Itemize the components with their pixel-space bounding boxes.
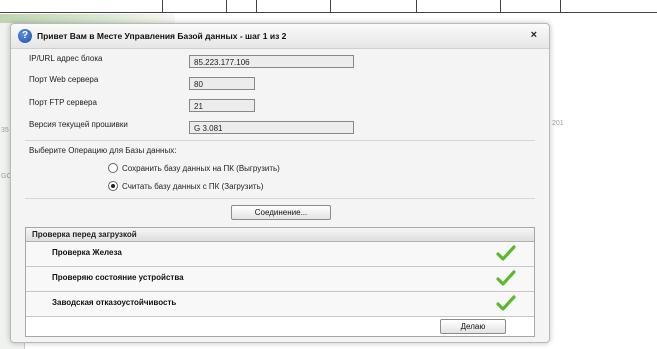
close-icon[interactable]: × — [531, 29, 537, 41]
dialog-title: Привет Вам в Месте Управления Базой данн… — [37, 31, 287, 41]
radio-load-label: Считать базу данных с ПК (Загрузить) — [122, 182, 264, 191]
check-panel-title: Проверка перед загрузкой — [26, 228, 534, 242]
web-port-label: Порт Web сервера — [29, 75, 99, 84]
operation-label: Выберите Операцию для Базы данных: — [29, 146, 177, 155]
pre-upload-check-panel: Проверка перед загрузкой Проверка Железа… — [25, 227, 535, 337]
bg-grid-divider — [416, 0, 417, 12]
divider — [25, 140, 535, 141]
bg-grid-divider — [162, 0, 163, 12]
web-port-field[interactable]: 80 — [189, 77, 255, 90]
dialog-titlebar[interactable]: ? Привет Вам в Месте Управления Базой да… — [11, 24, 549, 49]
ftp-port-label: Порт FTP сервера — [29, 98, 97, 107]
connect-button[interactable]: Соединение... — [231, 205, 331, 220]
bg-right-label: 201 — [552, 120, 564, 127]
check-label: Заводская отказоустойчивость — [52, 298, 177, 307]
ip-label: IP/URL адрес блока — [29, 54, 103, 63]
background-table-header — [0, 0, 657, 13]
bg-grid-divider — [560, 0, 561, 12]
check-row-device-state: Проверяю состояние устройства — [26, 267, 534, 292]
ftp-port-field[interactable]: 21 — [189, 99, 255, 112]
radio-button-selected[interactable] — [108, 181, 118, 191]
check-row-fault-tolerance: Заводская отказоустойчивость — [26, 292, 534, 317]
help-icon[interactable]: ? — [18, 29, 32, 43]
bg-grid-divider — [500, 0, 501, 12]
check-label: Проверка Железа — [52, 248, 122, 257]
divider — [25, 198, 535, 199]
firmware-field: G 3.081 — [189, 121, 354, 134]
check-row-hardware: Проверка Железа — [26, 242, 534, 267]
radio-save-option[interactable]: Сохранить базу данных на ПК (Выгрузить) — [108, 163, 280, 173]
checkmark-icon — [496, 245, 516, 261]
checkmark-icon — [496, 270, 516, 286]
radio-save-label: Сохранить базу данных на ПК (Выгрузить) — [122, 164, 280, 173]
radio-load-option[interactable]: Считать базу данных с ПК (Загрузить) — [108, 181, 263, 191]
bg-side-label: 35 — [1, 127, 9, 134]
background-banner — [0, 14, 175, 23]
bg-grid-divider — [256, 0, 257, 12]
bg-grid-divider — [330, 0, 331, 12]
database-wizard-dialog: ? Привет Вам в Месте Управления Базой да… — [10, 23, 550, 343]
checkmark-icon — [496, 295, 516, 311]
do-button[interactable]: Делаю — [440, 319, 506, 334]
check-label: Проверяю состояние устройства — [52, 273, 184, 282]
firmware-label: Версия текущей прошивки — [29, 120, 128, 129]
ip-field[interactable]: 85.223.177.106 — [189, 55, 354, 68]
radio-button[interactable] — [108, 163, 118, 173]
bg-grid-divider — [226, 0, 227, 12]
